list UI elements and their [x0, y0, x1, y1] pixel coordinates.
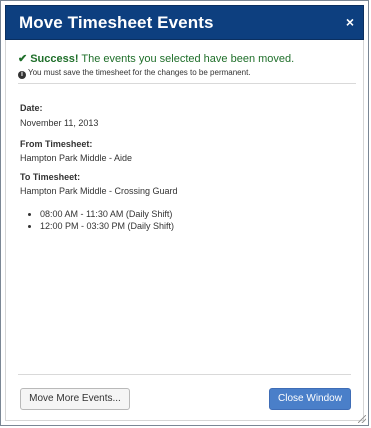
dialog-title: Move Timesheet Events	[19, 13, 214, 32]
check-icon: ✔	[18, 53, 28, 65]
to-timesheet-value: Hampton Park Middle - Crossing Guard	[20, 186, 178, 196]
date-section: Date: November 11, 2013	[20, 102, 98, 130]
from-timesheet-value: Hampton Park Middle - Aide	[20, 153, 133, 163]
close-icon[interactable]: ×	[346, 14, 354, 30]
date-label: Date:	[20, 103, 43, 113]
dialog-titlebar[interactable]: Move Timesheet Events ×	[5, 5, 364, 40]
to-timesheet-section: To Timesheet: Hampton Park Middle - Cros…	[20, 171, 178, 198]
save-reminder: i You must save the timesheet for the cha…	[18, 67, 356, 79]
moved-events-list: 08:00 AM - 11:30 AM (Daily Shift) 12:00 …	[24, 208, 174, 232]
move-more-events-button[interactable]: Move More Events...	[20, 388, 130, 410]
close-window-button[interactable]: Close Window	[269, 388, 351, 410]
save-reminder-text: You must save the timesheet for the chan…	[28, 68, 251, 77]
footer-divider	[18, 374, 351, 375]
move-timesheet-events-dialog: Move Timesheet Events × ✔ Success! The ev…	[0, 0, 369, 426]
dialog-body: ✔ Success! The events you selected have b…	[5, 40, 364, 421]
info-icon: i	[18, 71, 26, 79]
resize-handle[interactable]	[358, 415, 366, 423]
to-timesheet-label: To Timesheet:	[20, 172, 81, 182]
from-timesheet-label: From Timesheet:	[20, 139, 93, 149]
success-strong-text: Success!	[30, 53, 79, 65]
list-item: 12:00 PM - 03:30 PM (Daily Shift)	[40, 220, 174, 232]
list-item: 08:00 AM - 11:30 AM (Daily Shift)	[40, 208, 174, 220]
success-message: ✔ Success! The events you selected have b…	[18, 52, 356, 66]
success-text: The events you selected have been moved.	[78, 53, 295, 65]
success-notice: ✔ Success! The events you selected have b…	[18, 52, 356, 84]
date-value: November 11, 2013	[20, 118, 99, 128]
from-timesheet-section: From Timesheet: Hampton Park Middle - Ai…	[20, 138, 132, 165]
